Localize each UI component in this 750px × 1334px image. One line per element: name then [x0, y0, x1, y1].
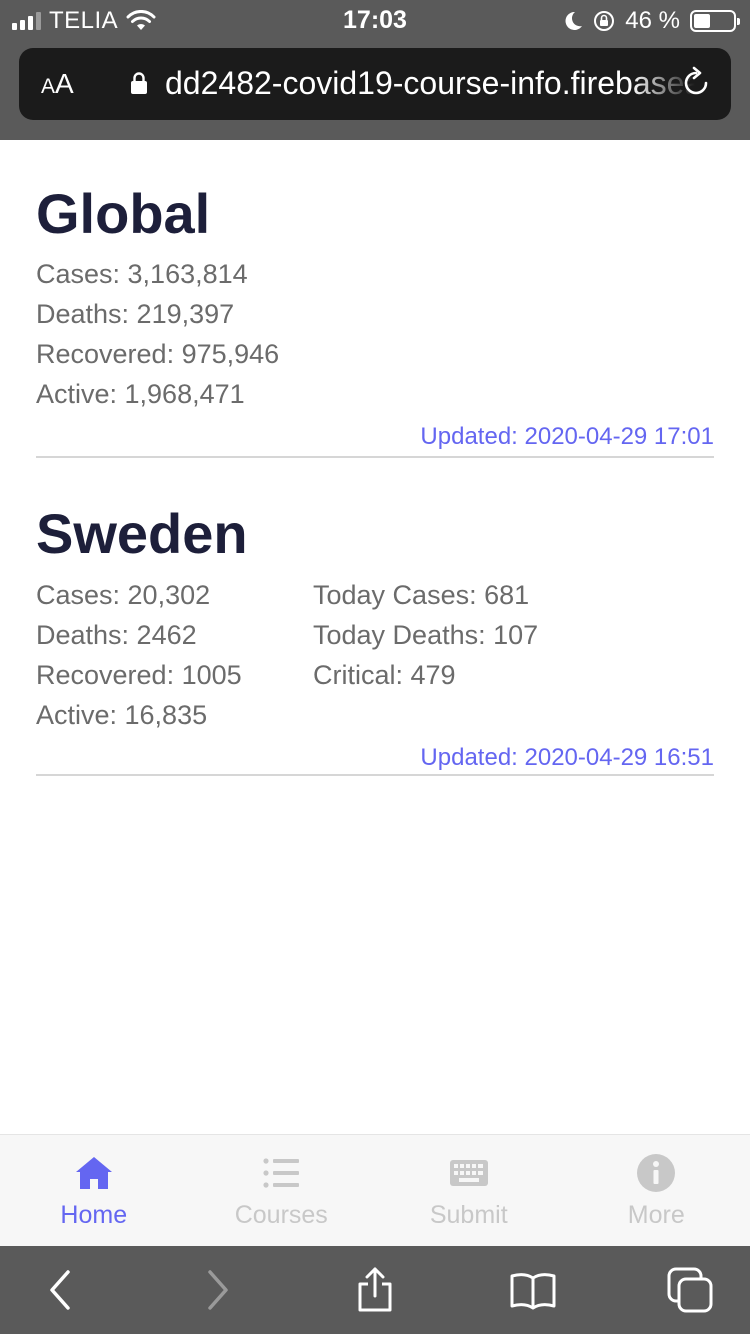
global-title: Global [36, 182, 211, 245]
list-icon [263, 1158, 300, 1188]
sweden-today-deaths: Today Deaths: 107 [313, 620, 539, 650]
keyboard-icon [449, 1160, 488, 1186]
tab-more[interactable]: More [563, 1135, 750, 1246]
orientation-lock-icon [594, 11, 615, 31]
sweden-stats-right: Today Cases: 681 Today Deaths: 107 Criti… [313, 575, 538, 735]
sweden-deaths: Deaths: 2462 [36, 620, 197, 650]
text-size-button[interactable]: AA [41, 68, 74, 100]
status-bar: TELIA 17:03 46 % [0, 0, 750, 40]
address-bar[interactable]: AA dd2482-covid19-course-info.firebaseap… [19, 48, 731, 120]
global-section: Global Cases: 3,163,814 Deaths: 219,397 … [36, 140, 714, 458]
global-recovered: Recovered: 975,946 [36, 339, 280, 369]
sweden-stats: Cases: 20,302 Deaths: 2462 Recovered: 10… [36, 575, 714, 735]
tab-submit-label: Submit [429, 1201, 508, 1229]
sweden-title: Sweden [36, 502, 248, 565]
info-icon [637, 1154, 676, 1192]
sweden-cases: Cases: 20,302 [36, 580, 211, 610]
back-icon[interactable] [38, 1266, 86, 1314]
tab-courses[interactable]: Courses [188, 1135, 376, 1246]
forward-icon[interactable] [192, 1266, 240, 1314]
global-stats-column: Cases: 3,163,814 Deaths: 219,397 Recover… [36, 254, 279, 414]
tab-more-label: More [627, 1201, 685, 1229]
sweden-active: Active: 16,835 [36, 700, 208, 730]
share-icon[interactable] [351, 1266, 399, 1314]
battery-icon [690, 10, 740, 32]
reload-icon[interactable] [679, 66, 713, 100]
battery-percent: 46 % [625, 7, 680, 34]
sweden-updated: Updated: 2020-04-29 16:51 [420, 744, 714, 771]
browser-toolbar [0, 1246, 750, 1334]
lock-icon [131, 72, 147, 94]
tab-home[interactable]: Home [0, 1135, 188, 1246]
moon-icon [565, 11, 583, 30]
global-cases: Cases: 3,163,814 [36, 259, 248, 289]
sweden-section: Sweden Cases: 20,302 Deaths: 2462 Recove… [36, 458, 714, 776]
global-stats: Cases: 3,163,814 Deaths: 219,397 Recover… [36, 254, 714, 414]
sweden-critical: Critical: 479 [313, 660, 456, 690]
tabs-icon[interactable] [666, 1266, 714, 1314]
global-active: Active: 1,968,471 [36, 379, 245, 409]
tab-bar: Home Courses Submit More [0, 1134, 750, 1246]
url-text[interactable]: dd2482-covid19-course-info.firebaseapp.c… [165, 65, 695, 105]
tab-home-label: Home [60, 1201, 128, 1229]
sweden-today-cases: Today Cases: 681 [313, 580, 530, 610]
sweden-recovered: Recovered: 1005 [36, 660, 242, 690]
status-bar-right: 46 % [563, 7, 740, 35]
tab-submit[interactable]: Submit [375, 1135, 563, 1246]
tab-courses-label: Courses [234, 1201, 328, 1229]
sweden-stats-left: Cases: 20,302 Deaths: 2462 Recovered: 10… [36, 575, 313, 735]
browser-chrome: TELIA 17:03 46 % AA dd2482-covid19-cours… [0, 0, 750, 140]
bookmarks-icon[interactable] [509, 1266, 557, 1314]
global-deaths: Deaths: 219,397 [36, 299, 235, 329]
home-icon [75, 1157, 112, 1189]
global-updated: Updated: 2020-04-29 17:01 [420, 423, 714, 450]
main-content: Global Cases: 3,163,814 Deaths: 219,397 … [36, 140, 714, 776]
